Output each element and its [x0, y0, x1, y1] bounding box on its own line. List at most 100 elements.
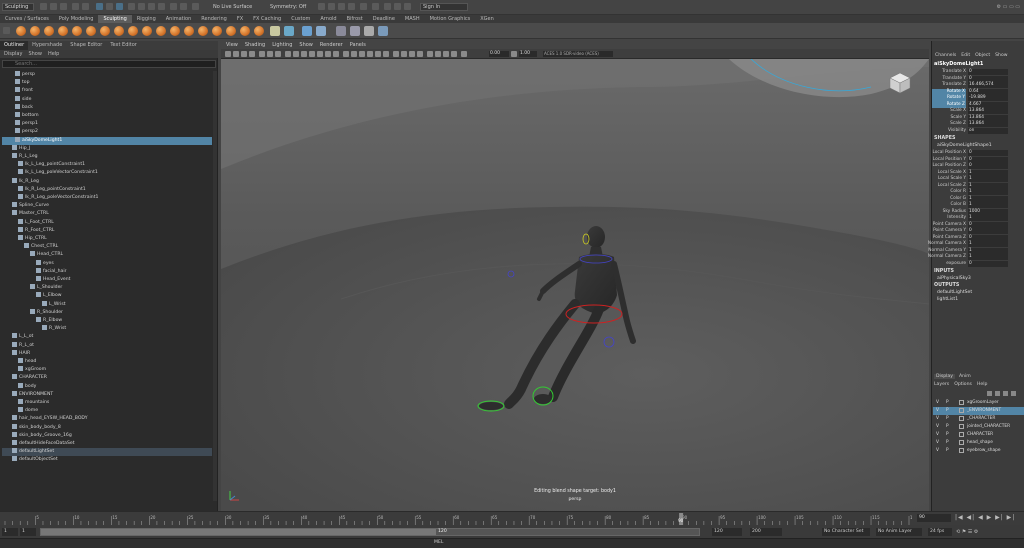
channel-box-toggle-icon[interactable] — [404, 3, 411, 10]
open-scene-icon[interactable] — [50, 3, 57, 10]
camera-attributes-icon[interactable] — [241, 51, 247, 57]
flatten-tool-icon[interactable] — [86, 26, 96, 36]
exposure-field[interactable]: 0.00 — [489, 51, 509, 57]
attribute-value[interactable]: 1 — [968, 169, 1008, 176]
attribute-value[interactable]: 0 — [968, 69, 1008, 75]
layer-menu-options[interactable]: Options — [954, 382, 972, 387]
outliner-item[interactable]: Hip_CTRL — [2, 235, 212, 243]
resolution-gate-icon[interactable] — [301, 51, 307, 57]
wax-tool-icon[interactable] — [156, 26, 166, 36]
layer-color-swatch[interactable] — [959, 416, 964, 421]
outliner-item[interactable]: lk_R_Leg_pointConstraint1 — [2, 185, 212, 194]
pinch-tool-icon[interactable] — [72, 26, 82, 36]
menu-display[interactable]: Display — [4, 50, 22, 58]
sculpt-tool-icon[interactable] — [16, 26, 26, 36]
gamma-icon[interactable] — [511, 51, 517, 57]
outliner-item[interactable]: head — [2, 358, 212, 366]
layer-playback-toggle[interactable]: P — [946, 399, 949, 407]
outliner-item[interactable]: body — [2, 382, 212, 391]
gate-mask-icon[interactable] — [309, 51, 315, 57]
layer-visibility-toggle[interactable]: V — [936, 439, 939, 447]
outliner-item[interactable]: L_Shoulder — [2, 284, 212, 292]
snap-point-icon[interactable] — [148, 3, 155, 10]
outliner-item[interactable]: defaultObjectSet — [2, 456, 212, 464]
scene-view[interactable] — [221, 59, 929, 511]
current-frame-field[interactable]: 90 — [917, 514, 951, 522]
layer-visibility-toggle[interactable]: V — [936, 431, 939, 439]
film-gate-icon[interactable] — [293, 51, 299, 57]
selected-object-name[interactable]: aiSkyDomeLight1 — [934, 61, 983, 67]
tab-hypershade[interactable]: Hypershade — [28, 41, 66, 50]
attribute-value[interactable]: 1 — [968, 176, 1008, 182]
viewport-menu-view[interactable]: View — [226, 41, 238, 49]
outliner-item[interactable]: facial_hair — [2, 267, 212, 276]
mask-icon[interactable] — [284, 26, 294, 36]
range-start-anim-field[interactable]: 1 — [2, 528, 18, 536]
grab-tool-icon[interactable] — [58, 26, 68, 36]
tab-display-layers[interactable]: Display — [934, 374, 955, 379]
viewport-menu-lighting[interactable]: Lighting — [272, 41, 292, 49]
outliner-item[interactable]: Head_Event — [2, 276, 212, 284]
layer-menu-help[interactable]: Help — [977, 382, 987, 387]
outliner-item[interactable]: Master_CTRL — [2, 210, 212, 218]
construction-history-icon[interactable] — [180, 3, 187, 10]
blend-shape-icon[interactable] — [302, 26, 312, 36]
layer-color-swatch[interactable] — [959, 424, 964, 429]
layer-color-swatch[interactable] — [959, 448, 964, 453]
shelf-tab-fx[interactable]: FX — [232, 15, 248, 23]
shelf-tab-xgen[interactable]: XGen — [475, 15, 499, 23]
move-layer-down-icon[interactable] — [995, 391, 1000, 396]
range-end-anim-field[interactable]: 200 — [750, 528, 782, 536]
imprint-tool-icon[interactable] — [142, 26, 152, 36]
shelf-tab-custom[interactable]: Custom — [286, 15, 315, 23]
outliner-item[interactable]: defaultLightSet — [2, 448, 212, 457]
view-cube[interactable] — [889, 72, 911, 94]
shelf-tab-rendering[interactable]: Rendering — [196, 15, 232, 23]
outliner-item[interactable]: R_L_ot — [2, 341, 212, 350]
attribute-value[interactable]: 1 — [968, 215, 1008, 221]
shelf-tab-bifrost[interactable]: Bifrost — [342, 15, 368, 23]
new-layer-selected-icon[interactable] — [1011, 391, 1016, 396]
use-all-lights-icon[interactable] — [375, 51, 381, 57]
layer-visibility-toggle[interactable]: V — [936, 399, 939, 407]
attribute-value[interactable]: 0 — [968, 221, 1008, 228]
relax-tool-icon[interactable] — [44, 26, 54, 36]
layer-visibility-toggle[interactable]: V — [936, 423, 939, 431]
select-component-icon[interactable] — [106, 3, 113, 10]
layer-playback-toggle[interactable]: P — [946, 439, 949, 447]
color-space-dropdown[interactable]: ACES 1.0 SDR-video (ACES) — [543, 51, 613, 57]
layer-visibility-toggle[interactable]: V — [936, 447, 939, 455]
amplify-tool-icon[interactable] — [240, 26, 250, 36]
bulge-tool-icon[interactable] — [226, 26, 236, 36]
display-layer-row[interactable]: V P _CHARACTER — [933, 415, 1024, 423]
outliner-item[interactable]: L_Wrist — [2, 300, 212, 309]
attribute-value[interactable]: 0 — [968, 163, 1008, 169]
outliner-item[interactable]: L_Elbow — [2, 292, 212, 300]
outliner-item[interactable]: Spline_Curve — [2, 202, 212, 210]
viewport-menu-panels[interactable]: Panels — [350, 41, 366, 49]
attribute-value[interactable]: 4.667 — [968, 101, 1008, 108]
outliner-item[interactable]: front — [2, 87, 212, 95]
attribute-value[interactable]: 13.864 — [968, 108, 1008, 114]
render-icon[interactable] — [318, 3, 325, 10]
layer-icon[interactable] — [378, 26, 388, 36]
convert-to-frozen-icon[interactable] — [270, 26, 280, 36]
shape-editor-icon[interactable] — [316, 26, 326, 36]
outliner-item[interactable]: top — [2, 79, 212, 87]
outliner-item[interactable]: lk_R_Leg — [2, 177, 212, 186]
layer-visibility-toggle[interactable]: V — [936, 415, 939, 423]
outliner-item[interactable]: xgGroom — [2, 366, 212, 374]
time-ruler[interactable]: 5 10 15 20 25 30 35 40 45 50 55 60 65 70 75 80 85 90 95 100… — [2, 513, 912, 525]
grease-pencil-icon[interactable] — [275, 51, 281, 57]
outliner-item[interactable]: lk_L_Leg_poleVectorConstraint1 — [2, 169, 212, 177]
outliner-item[interactable]: back — [2, 103, 212, 112]
display-layer-row[interactable]: V P CHARACTER — [933, 431, 1024, 439]
layer-playback-toggle[interactable]: P — [946, 423, 949, 431]
sign-in-dropdown[interactable]: Sign In — [420, 3, 468, 11]
outliner-item[interactable]: persp — [2, 71, 212, 79]
layer-menu-layers[interactable]: Layers — [934, 382, 949, 387]
live-surface-icon[interactable] — [192, 3, 199, 10]
attribute-value[interactable]: 0 — [968, 228, 1008, 234]
outliner-item[interactable]: persp2 — [2, 128, 212, 136]
layer-playback-toggle[interactable]: P — [946, 415, 949, 423]
